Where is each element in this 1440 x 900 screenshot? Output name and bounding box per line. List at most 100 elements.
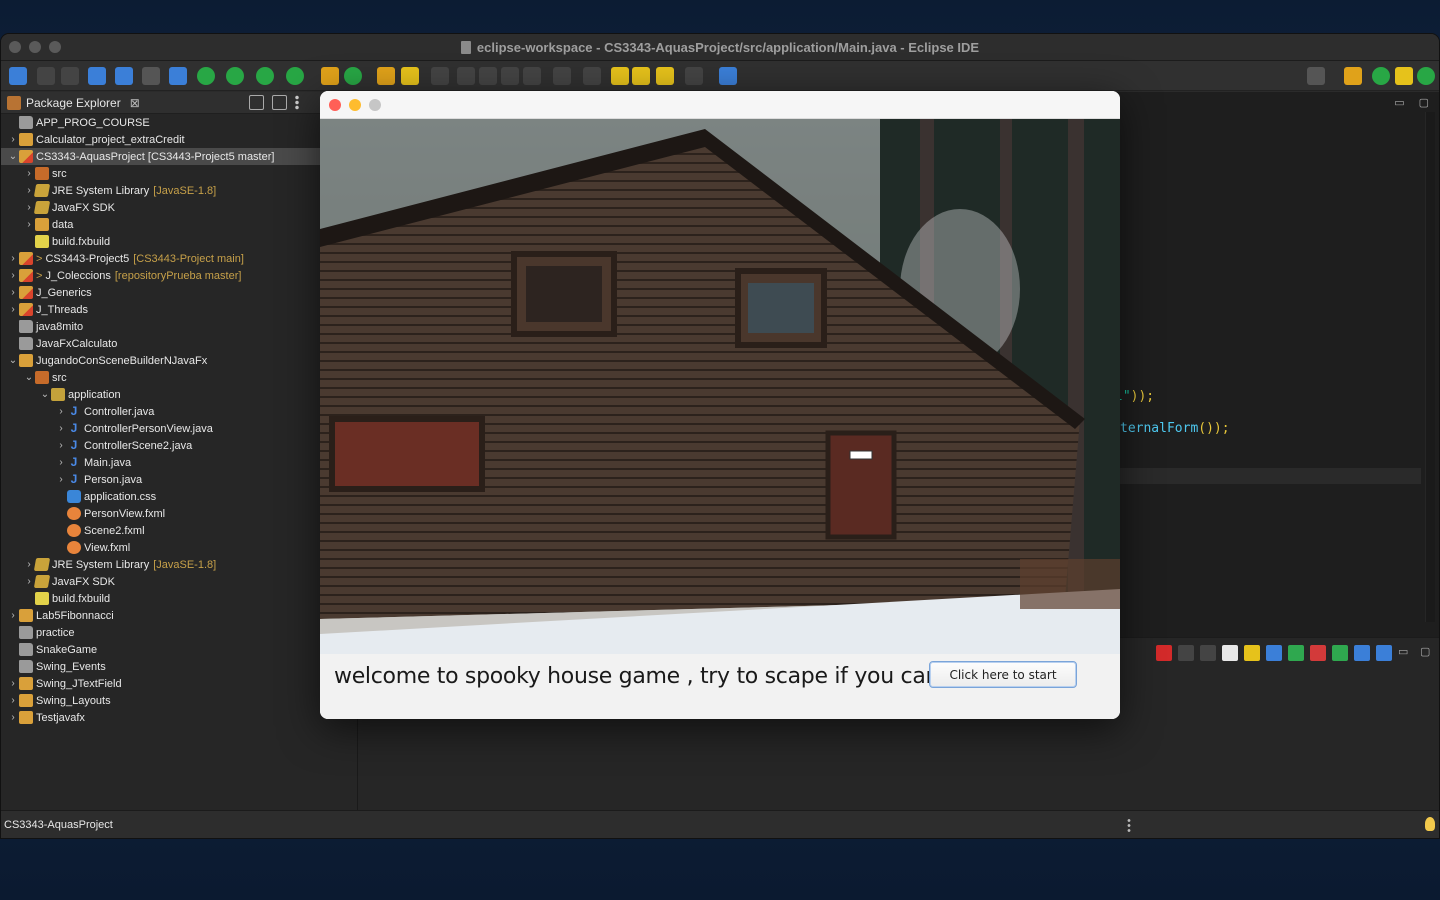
remove-all-icon[interactable] [1200,645,1216,661]
open-perspective-icon[interactable] [1344,67,1362,85]
tree-item[interactable]: › JRE System Library [JavaSE-1.8] [1,556,357,573]
tree-item[interactable]: ⌄ CS3343-AquasProject [CS3443-Project5 ma… [1,148,357,165]
forward-icon[interactable] [685,67,703,85]
maximize-icon[interactable]: ▢ [1420,645,1436,661]
tree-item[interactable]: ⌄ application [1,386,357,403]
link-with-editor-icon[interactable] [272,95,287,110]
tree-item[interactable]: › JavaFX SDK [1,573,357,590]
tree-item[interactable]: › Testjavafx [1,709,357,726]
tree-item[interactable]: › J ControllerPersonView.java [1,420,357,437]
tree-item[interactable]: › J ControllerScene2.java [1,437,357,454]
chevron-right-icon[interactable]: › [55,457,67,468]
save-icon[interactable] [37,67,55,85]
minimize-window-button[interactable] [29,41,41,53]
chevron-right-icon[interactable]: › [7,304,19,315]
clear-console-icon[interactable] [1222,645,1238,661]
status-more-icon[interactable] [1127,818,1131,832]
new-java-package-icon[interactable] [321,67,339,85]
new-wizard-icon[interactable] [9,67,27,85]
tree-item[interactable]: › Swing_JTextField [1,675,357,692]
tree-item[interactable]: Swing_Events [1,658,357,675]
pin-editor-icon[interactable] [719,67,737,85]
forward-edit-icon[interactable] [632,67,650,85]
tree-item[interactable]: java8mito [1,318,357,335]
display-console-icon[interactable] [1354,645,1370,661]
tree-item[interactable]: build.fxbuild [1,590,357,607]
minimize-icon[interactable]: ▭ [1398,645,1414,661]
tree-item[interactable]: Scene2.fxml [1,522,357,539]
tree-item[interactable]: APP_PROG_COURSE [1,114,357,131]
package-explorer-tab[interactable]: Package Explorer ⊠ [1,92,357,114]
close-view-icon[interactable]: ⊠ [130,96,140,110]
tip-bulb-icon[interactable] [1425,817,1435,831]
toggle-highlight-icon[interactable] [457,67,475,85]
connect-icon[interactable] [169,67,187,85]
tree-item[interactable]: › data [1,216,357,233]
open-type-icon[interactable] [88,67,106,85]
chevron-right-icon[interactable]: › [7,695,19,706]
new-java-class-icon[interactable] [344,67,362,85]
code-line[interactable]: ternalForm()); [1120,421,1230,436]
chevron-right-icon[interactable]: › [23,168,35,179]
chevron-right-icon[interactable]: › [7,712,19,723]
last-edit-icon[interactable] [611,67,629,85]
chevron-down-icon[interactable]: ⌄ [39,389,51,400]
tree-item[interactable]: › JRE System Library [JavaSE-1.8] [1,182,357,199]
pin-console-icon[interactable] [1332,645,1348,661]
skip-breakpoints-icon[interactable] [142,67,160,85]
close-window-button[interactable] [329,99,341,111]
minimize-icon[interactable]: ▭ [1394,96,1404,109]
tree-item[interactable]: PersonView.fxml [1,505,357,522]
back-icon[interactable] [656,67,674,85]
close-window-button[interactable] [9,41,21,53]
tree-item[interactable]: SnakeGame [1,641,357,658]
debug-perspective-icon[interactable] [1417,67,1435,85]
zoom-window-button[interactable] [369,99,381,111]
word-wrap-icon[interactable] [479,67,497,85]
minimize-window-button[interactable] [349,99,361,111]
chevron-down-icon[interactable]: ⌄ [23,372,35,383]
java-perspective-icon[interactable] [1395,67,1413,85]
search-icon[interactable] [401,67,419,85]
code-line[interactable]: l")); [1115,389,1154,404]
view-menu-icon[interactable] [295,95,299,110]
git-perspective-icon[interactable] [1372,67,1390,85]
quick-search-icon[interactable] [1307,67,1325,85]
tree-item[interactable]: › JavaFX SDK [1,199,357,216]
chevron-right-icon[interactable]: › [55,406,67,417]
remove-launch-icon[interactable] [1178,645,1194,661]
chevron-right-icon[interactable]: › [7,134,19,145]
tree-item[interactable]: › > J_Coleccions [repositoryPrueba master] [1,267,357,284]
external-tools-icon[interactable] [286,67,304,85]
debug-icon[interactable] [197,67,215,85]
tree-item[interactable]: ⌄ JugandoConSceneBuilderNJavaFx [1,352,357,369]
tree-item[interactable]: › J_Threads [1,301,357,318]
scroll-lock-icon[interactable] [1244,645,1260,661]
coverage-icon[interactable] [256,67,274,85]
open-task-icon[interactable] [377,67,395,85]
chevron-right-icon[interactable]: › [55,440,67,451]
toggle-mark-occurrences-icon[interactable] [431,67,449,85]
chevron-right-icon[interactable]: › [55,423,67,434]
tree-item[interactable]: › J_Generics [1,284,357,301]
next-annotation-icon[interactable] [553,67,571,85]
word-wrap-icon[interactable] [1266,645,1282,661]
chevron-right-icon[interactable]: › [55,474,67,485]
tree-item[interactable]: View.fxml [1,539,357,556]
tree-item[interactable]: build.fxbuild [1,233,357,250]
zoom-window-button[interactable] [49,41,61,53]
maximize-icon[interactable]: ▢ [1419,96,1429,109]
tree-item[interactable]: › src [1,165,357,182]
start-game-button[interactable]: Click here to start [929,661,1077,688]
chevron-right-icon[interactable]: › [7,287,19,298]
tree-item[interactable]: ⌄ src [1,369,357,386]
save-all-icon[interactable] [61,67,79,85]
prev-annotation-icon[interactable] [583,67,601,85]
tree-item[interactable]: › J Controller.java [1,403,357,420]
show-on-stdout-icon[interactable] [1288,645,1304,661]
chevron-right-icon[interactable]: › [7,270,19,281]
chevron-right-icon[interactable]: › [7,253,19,264]
open-console-icon[interactable] [1376,645,1392,661]
tree-item[interactable]: practice [1,624,357,641]
tree-item[interactable]: JavaFxCalculato [1,335,357,352]
